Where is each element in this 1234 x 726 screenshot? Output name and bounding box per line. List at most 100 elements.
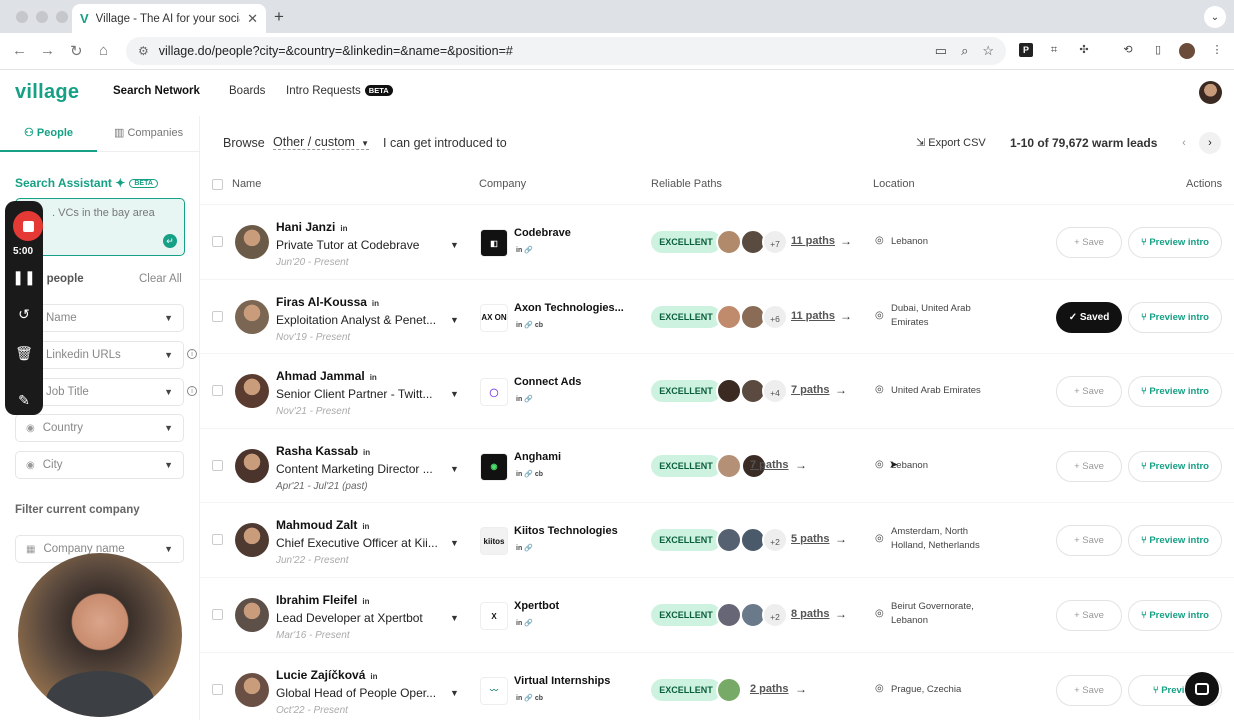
user-avatar[interactable] (1199, 81, 1222, 104)
arrow-right-icon[interactable]: → (840, 234, 852, 248)
reload-icon[interactable]: ↻ (70, 42, 83, 60)
table-row[interactable]: Ibrahim Fleifel in Lead Developer at Xper… (200, 577, 1234, 651)
company-name[interactable]: Anghami (514, 451, 561, 463)
person-avatar[interactable] (235, 448, 269, 483)
save-button[interactable]: + Save (1056, 227, 1122, 258)
more-paths-count[interactable]: +7 (762, 229, 788, 255)
chat-support-button[interactable] (1185, 672, 1219, 706)
table-row[interactable]: Rasha Kassab in Content Marketing Directo… (200, 427, 1234, 502)
row-checkbox[interactable] (212, 609, 223, 620)
company-links[interactable]: in 🔗 (516, 619, 533, 627)
arrow-right-icon[interactable]: → (795, 458, 807, 472)
chevron-down-icon[interactable]: ▼ (450, 389, 459, 399)
browser-profile-avatar[interactable] (1179, 43, 1195, 59)
site-settings-icon[interactable]: ⚙ (138, 44, 149, 58)
select-all-checkbox[interactable] (212, 179, 223, 190)
chevron-down-icon[interactable]: ▼ (450, 315, 459, 325)
company-name[interactable]: Connect Ads (514, 376, 581, 388)
save-button[interactable]: + Save (1056, 376, 1122, 408)
more-paths-count[interactable]: +2 (762, 602, 788, 628)
path-avatar[interactable] (716, 303, 742, 330)
new-tab-icon[interactable]: + (274, 7, 284, 27)
table-row[interactable]: Firas Al-Koussa in Exploitation Analyst &… (200, 278, 1234, 353)
preview-intro-button[interactable]: ⑂ Preview intro (1128, 227, 1222, 258)
path-avatar[interactable] (716, 378, 742, 405)
paths-link[interactable]: 2 paths (750, 683, 789, 695)
paths-link[interactable]: 5 paths (791, 533, 830, 545)
preview-intro-button[interactable]: ⑂ Preview intro (1128, 525, 1222, 557)
submit-icon[interactable]: ↵ (163, 234, 177, 248)
save-button[interactable]: + Save (1056, 674, 1122, 706)
preview-intro-button[interactable]: ⑂ Preview intro (1128, 301, 1222, 333)
save-button[interactable]: ✓ Saved (1056, 301, 1122, 333)
more-menu-icon[interactable]: ⋮ (1210, 43, 1224, 57)
company-logo[interactable]: ◧ (480, 229, 508, 257)
zoom-icon[interactable]: ⌕ (961, 43, 968, 59)
next-page-icon[interactable]: › (1199, 132, 1221, 154)
chevron-down-icon[interactable]: ▼ (450, 240, 459, 250)
company-name[interactable]: Codebrave (514, 227, 571, 239)
row-checkbox[interactable] (212, 534, 223, 546)
arrow-right-icon[interactable]: → (840, 309, 852, 323)
company-name[interactable]: Virtual Internships (514, 675, 610, 687)
arrow-right-icon[interactable]: → (795, 682, 807, 696)
browse-select[interactable]: Other / custom ▼ (273, 135, 369, 150)
person-name[interactable]: Ibrahim Fleifel in (276, 593, 369, 607)
chevron-down-icon[interactable]: ▼ (450, 538, 459, 548)
side-panel-icon[interactable]: ▯ (1151, 43, 1165, 57)
tab-people[interactable]: ⚇ People (24, 126, 73, 139)
window-controls[interactable] (16, 11, 68, 23)
paths-link[interactable]: 8 paths (791, 608, 830, 620)
info-icon[interactable]: i (187, 386, 197, 396)
preview-intro-button[interactable]: ⑂ Preview intro (1128, 376, 1222, 408)
cast-icon[interactable]: ▭ (935, 43, 947, 59)
linkedin-icon[interactable]: in (372, 299, 379, 308)
preview-intro-button[interactable]: ⑂ Preview intro (1128, 450, 1222, 482)
nav-search-network[interactable]: Search Network (113, 85, 200, 97)
person-avatar[interactable] (235, 225, 269, 259)
path-avatar[interactable] (716, 676, 742, 703)
table-row[interactable]: Lucie Zajíčková in Global Head of People … (200, 651, 1234, 726)
row-checkbox[interactable] (212, 236, 223, 247)
person-avatar[interactable] (235, 672, 269, 707)
extensions-puzzle-icon[interactable]: ✣ (1077, 43, 1091, 57)
person-name[interactable]: Rasha Kassab in (276, 444, 370, 458)
linkedin-icon[interactable]: in (362, 522, 369, 531)
path-avatar[interactable] (716, 602, 742, 628)
company-logo[interactable]: X (480, 602, 508, 630)
webcam-bubble[interactable] (18, 553, 182, 717)
chevron-down-icon[interactable]: ⌄ (1204, 6, 1226, 28)
company-logo[interactable]: kiitos (480, 527, 508, 556)
person-avatar[interactable] (235, 523, 269, 558)
browser-tab[interactable]: V Village - The AI for your social ✕ (72, 4, 266, 33)
forward-icon[interactable]: → (40, 42, 55, 59)
linkedin-icon[interactable]: in (340, 224, 347, 233)
person-name[interactable]: Hani Janzi in (276, 220, 347, 234)
more-paths-count[interactable]: +6 (762, 303, 788, 330)
path-avatar[interactable] (716, 452, 742, 479)
paths-link[interactable]: 7 paths (750, 459, 789, 471)
nav-boards[interactable]: Boards (229, 85, 265, 97)
annotate-icon[interactable]: ✎ (5, 392, 43, 409)
company-name[interactable]: Kiitos Technologies (514, 525, 618, 537)
paths-link[interactable]: 7 paths (791, 384, 830, 396)
pause-icon[interactable]: ❚❚ (5, 269, 43, 286)
table-row[interactable]: Hani Janzi in Private Tutor at Codebrave … (200, 204, 1234, 278)
close-tab-icon[interactable]: ✕ (247, 11, 258, 27)
row-checkbox[interactable] (212, 310, 223, 322)
more-paths-count[interactable]: +4 (762, 378, 788, 405)
nav-intro-requests[interactable]: Intro Requests BETA (286, 85, 393, 97)
path-avatar[interactable] (716, 229, 742, 255)
extension-p-icon[interactable]: P (1019, 43, 1033, 57)
chevron-down-icon[interactable]: ▼ (450, 688, 459, 698)
company-logo[interactable]: ◯ (480, 378, 508, 407)
company-links[interactable]: in 🔗 cb (516, 321, 543, 329)
company-links[interactable]: in 🔗 (516, 544, 533, 552)
company-links[interactable]: in 🔗 (516, 395, 533, 403)
arrow-right-icon[interactable]: → (835, 532, 847, 546)
company-links[interactable]: in 🔗 cb (516, 470, 543, 478)
village-logo[interactable]: village (15, 81, 79, 104)
chevron-down-icon[interactable]: ▼ (450, 464, 459, 474)
company-logo[interactable]: 〰 (480, 676, 508, 705)
home-icon[interactable]: ⌂ (99, 42, 108, 59)
